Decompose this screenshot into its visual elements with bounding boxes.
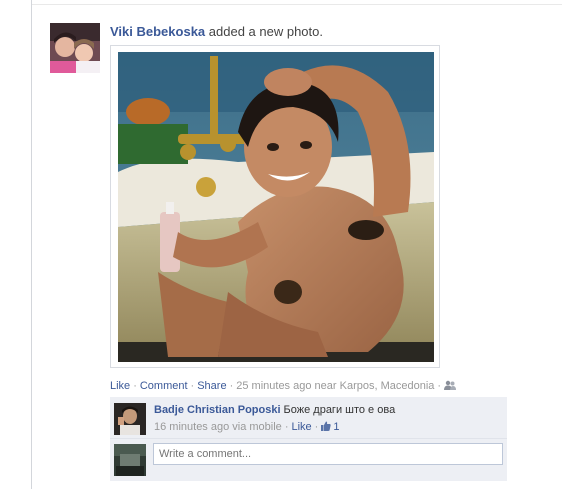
near-text: near [314,380,337,392]
comment-meta: 16 minutes ago via mobile · Like · 1 [154,421,340,433]
author-avatar[interactable] [50,23,100,73]
comment-like-link[interactable]: Like [291,421,311,433]
like-link[interactable]: Like [110,380,130,392]
top-divider [32,4,562,5]
photo-image [118,52,434,362]
location-text[interactable]: Karpos, Macedonia [340,380,435,392]
post-photo[interactable] [110,45,440,368]
viewer-avatar [114,444,146,476]
commenter-avatar[interactable] [114,403,146,435]
comment-via: via mobile [232,421,282,433]
comment-like-count[interactable]: 1 [321,421,339,433]
share-link[interactable]: Share [197,380,226,392]
comment-timestamp[interactable]: 16 minutes ago [154,421,229,433]
friends-icon[interactable] [444,380,457,392]
post-meta: Like · Comment · Share · 25 minutes ago near K… [110,380,457,392]
post-action-text: added a new photo. [208,24,323,39]
left-divider [31,0,32,489]
comment-composer [110,439,507,481]
post-header: Viki Bebekoska added a new photo. [110,24,323,39]
comment-content: Badje Christian Poposki Боже драги што е … [154,404,395,416]
comment-item: Badje Christian Poposki Боже драги што е … [110,397,507,439]
comment-link[interactable]: Comment [140,380,188,392]
comment-text: Боже драги што е ова [283,404,396,416]
commenter-name-link[interactable]: Badje Christian Poposki [154,404,281,416]
comment-input[interactable] [153,443,503,465]
author-name-link[interactable]: Viki Bebekoska [110,24,205,39]
post-timestamp[interactable]: 25 minutes ago [236,380,311,392]
thumbs-up-icon [321,421,332,431]
